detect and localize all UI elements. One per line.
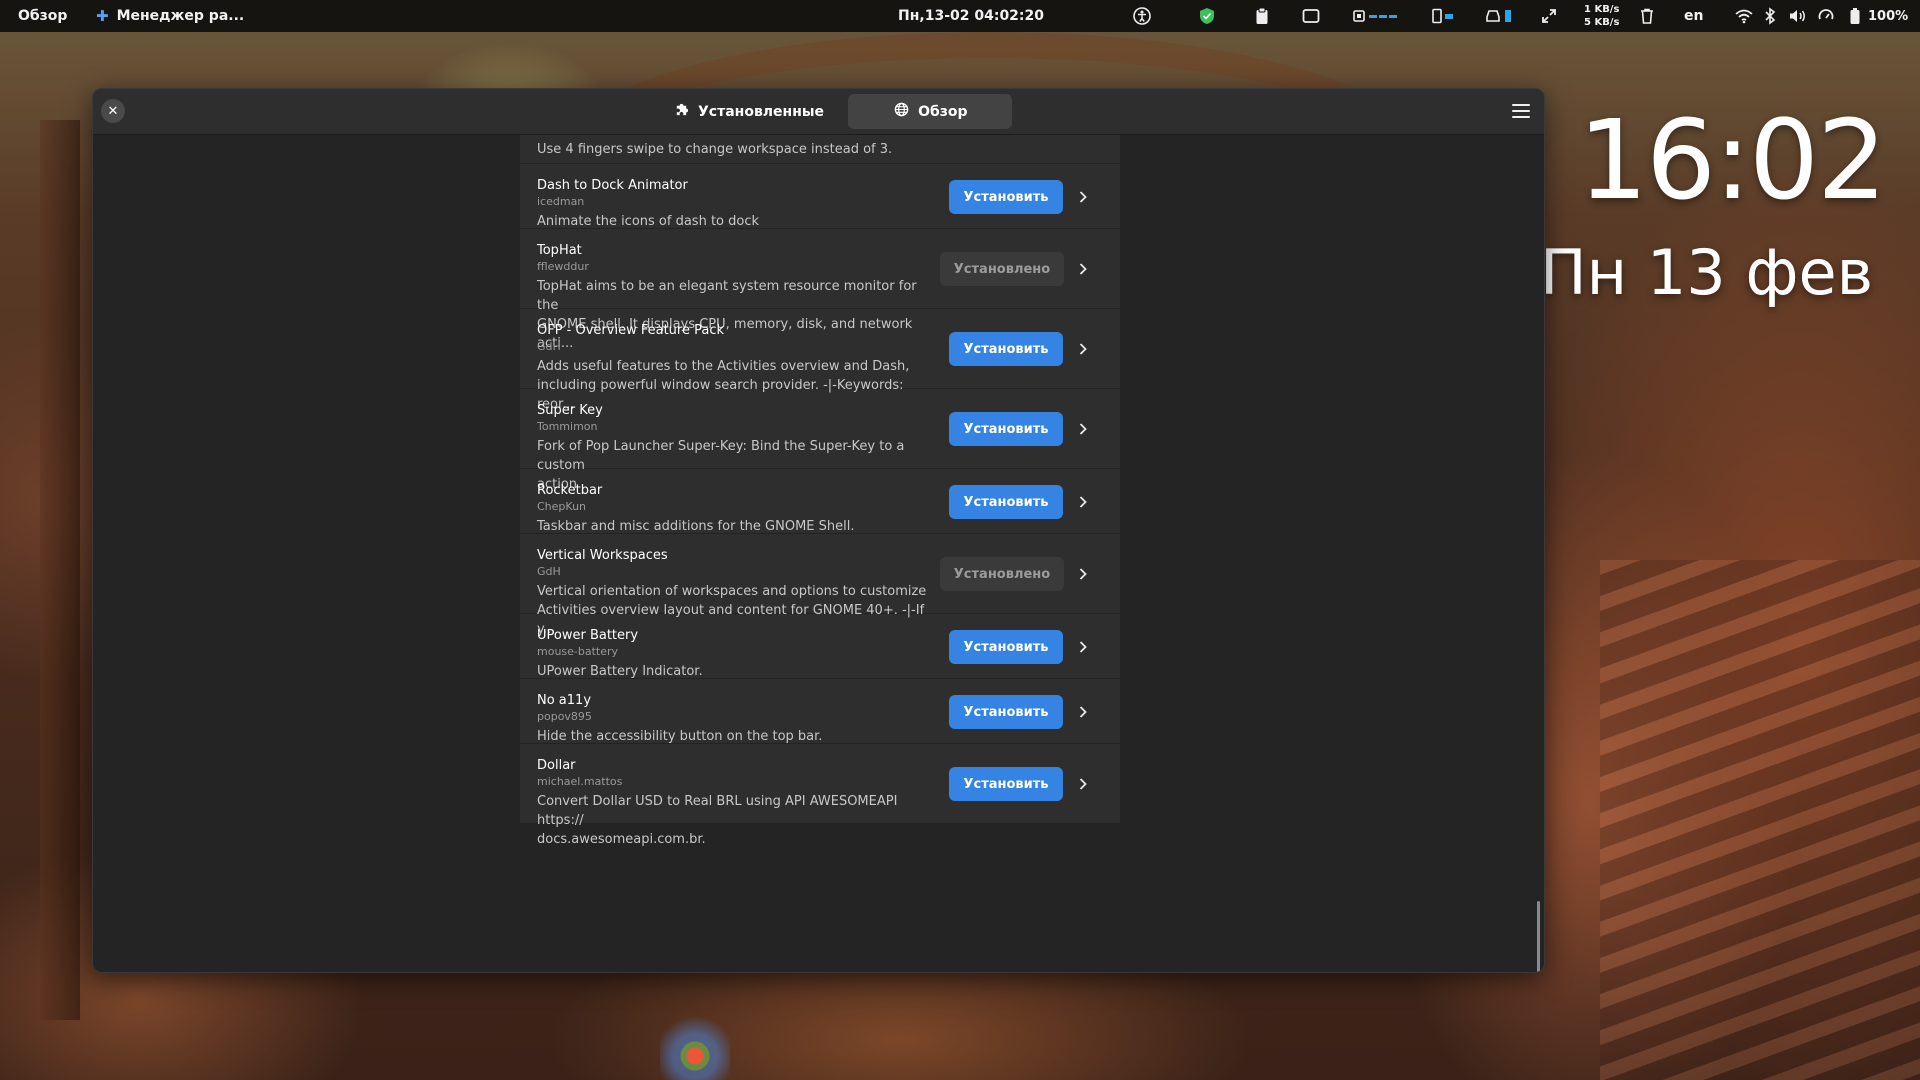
extension-author: icedman bbox=[537, 195, 585, 208]
chevron-right-icon[interactable] bbox=[1076, 495, 1090, 509]
list-item[interactable]: Vertical Workspaces GdH Vertical orientati… bbox=[520, 534, 1120, 637]
trash-icon[interactable] bbox=[1640, 0, 1654, 32]
installed-button: Установлено bbox=[940, 557, 1064, 591]
disk-monitor-icon[interactable] bbox=[1485, 0, 1511, 32]
extension-author: ChepKun bbox=[537, 500, 587, 513]
extension-author: popov895 bbox=[537, 710, 592, 723]
puzzle-icon: ✚ bbox=[96, 7, 109, 25]
install-button[interactable]: Установить bbox=[949, 332, 1063, 366]
chevron-right-icon[interactable] bbox=[1076, 190, 1090, 204]
top-bar: Обзор ✚ Менеджер ра... Пн,13-02 04:02:20… bbox=[0, 0, 1920, 32]
chevron-right-icon[interactable] bbox=[1076, 640, 1090, 654]
extension-description: Use 4 fingers swipe to change workspace … bbox=[537, 142, 893, 157]
extension-list: Use 4 fingers swipe to change workspace … bbox=[520, 135, 1120, 847]
list-item[interactable]: Dash to Dock Animator icedman Animate the … bbox=[520, 164, 1120, 229]
power-mode-icon[interactable] bbox=[1818, 0, 1834, 32]
clipboard-icon[interactable] bbox=[1255, 0, 1269, 32]
chevron-right-icon[interactable] bbox=[1076, 705, 1090, 719]
install-button[interactable]: Установить bbox=[949, 180, 1063, 214]
list-item[interactable]: OFP - Overview Feature Pack GdH Adds usefu… bbox=[520, 309, 1120, 412]
header-bar: ✕ Установленные Обзор bbox=[93, 89, 1544, 135]
description-line: Convert Dollar USD to Real BRL using API… bbox=[537, 794, 898, 828]
globe-icon bbox=[894, 102, 909, 121]
cpu-monitor-icon[interactable] bbox=[1351, 0, 1397, 32]
extension-name: No a11y bbox=[537, 693, 592, 708]
tab-installed[interactable]: Установленные bbox=[658, 94, 846, 129]
browse-content: Use 4 fingers swipe to change workspace … bbox=[93, 135, 1544, 972]
view-switcher: Установленные Обзор bbox=[658, 94, 1012, 129]
memory-monitor-icon[interactable] bbox=[1431, 0, 1453, 32]
extension-name: Rocketbar bbox=[537, 483, 603, 498]
close-button[interactable]: ✕ bbox=[101, 99, 125, 123]
volume-icon[interactable] bbox=[1789, 0, 1807, 32]
list-item[interactable]: TopHat fflewddur TopHat aims to be an eleg… bbox=[520, 229, 1120, 351]
extension-author: GdH bbox=[537, 340, 561, 353]
desktop-clock-date: Пн 13 фев bbox=[1540, 236, 1874, 309]
extension-author: mouse-battery bbox=[537, 645, 619, 658]
tab-browse[interactable]: Обзор bbox=[848, 94, 1012, 129]
bluetooth-icon[interactable] bbox=[1764, 0, 1776, 32]
extension-name: Vertical Workspaces bbox=[537, 548, 668, 563]
extension-manager-window: ✕ Установленные Обзор Use 4 fingers swip… bbox=[92, 88, 1545, 973]
install-button[interactable]: Установить bbox=[949, 485, 1063, 519]
chevron-right-icon[interactable] bbox=[1076, 342, 1090, 356]
chevron-right-icon[interactable] bbox=[1076, 567, 1090, 581]
install-button[interactable]: Установить bbox=[949, 767, 1063, 801]
list-item[interactable]: Super Key Tommimon Fork of Pop Launcher Su… bbox=[520, 389, 1120, 492]
expand-icon[interactable] bbox=[1541, 0, 1557, 32]
window-icon[interactable] bbox=[1302, 0, 1320, 32]
extension-description: Convert Dollar USD to Real BRL using API… bbox=[537, 792, 937, 849]
extension-author: michael.mattos bbox=[537, 775, 623, 788]
close-icon: ✕ bbox=[107, 103, 119, 119]
hamburger-menu-button[interactable] bbox=[1512, 101, 1530, 121]
puzzle-icon bbox=[674, 102, 689, 121]
battery-icon[interactable] bbox=[1849, 0, 1861, 32]
extension-author: Tommimon bbox=[537, 420, 598, 433]
list-item[interactable]: No a11y popov895 Hide the accessibility bu… bbox=[520, 679, 1120, 744]
extension-name: Super Key bbox=[537, 403, 603, 418]
tab-browse-label: Обзор bbox=[918, 103, 968, 120]
extension-name: Dollar bbox=[537, 758, 576, 773]
vpn-shield-icon[interactable] bbox=[1199, 0, 1215, 32]
topbar-clock[interactable]: Пн,13-02 04:02:20 bbox=[898, 0, 1044, 32]
list-item[interactable]: Use 4 fingers swipe to change workspace … bbox=[520, 135, 1120, 164]
network-speed[interactable]: 1 KB/s 5 KB/s bbox=[1584, 0, 1619, 32]
wallpaper-stairs bbox=[1600, 560, 1920, 1080]
list-item[interactable]: Rocketbar ChepKun Taskbar and misc additio… bbox=[520, 469, 1120, 534]
chevron-right-icon[interactable] bbox=[1076, 262, 1090, 276]
install-button[interactable]: Установить bbox=[949, 630, 1063, 664]
scrollbar[interactable] bbox=[1537, 901, 1540, 972]
description-line: Adds useful features to the Activities o… bbox=[537, 359, 910, 374]
accessibility-icon[interactable] bbox=[1133, 0, 1151, 32]
app-menu-label: Менеджер ра... bbox=[116, 8, 245, 24]
extension-author: GdH bbox=[537, 565, 561, 578]
installed-button: Установлено bbox=[940, 252, 1064, 286]
extension-author: fflewddur bbox=[537, 260, 589, 273]
tab-installed-label: Установленные bbox=[698, 103, 825, 120]
list-item[interactable]: UPower Battery mouse-battery UPower Batter… bbox=[520, 614, 1120, 679]
extension-name: UPower Battery bbox=[537, 628, 639, 643]
description-line: docs.awesomeapi.com.br. bbox=[537, 832, 706, 847]
keyboard-layout[interactable]: en bbox=[1684, 0, 1703, 32]
wifi-icon[interactable] bbox=[1735, 0, 1753, 32]
install-button[interactable]: Установить bbox=[949, 695, 1063, 729]
activities-button[interactable]: Обзор bbox=[18, 0, 67, 32]
extension-name: OFP - Overview Feature Pack bbox=[537, 323, 724, 338]
wallpaper-sparkle bbox=[660, 1000, 730, 1080]
list-item[interactable]: Dollar michael.mattos Convert Dollar USD t… bbox=[520, 744, 1120, 847]
description-line: Vertical orientation of workspaces and o… bbox=[537, 584, 927, 599]
extension-name: TopHat bbox=[537, 243, 582, 258]
net-download: 5 KB/s bbox=[1584, 17, 1620, 28]
extension-name: Dash to Dock Animator bbox=[537, 178, 688, 193]
chevron-right-icon[interactable] bbox=[1076, 777, 1090, 791]
wallpaper-pillar bbox=[40, 120, 80, 1020]
battery-percent: 100% bbox=[1868, 8, 1909, 24]
app-menu[interactable]: ✚ Менеджер ра... bbox=[96, 0, 244, 32]
install-button[interactable]: Установить bbox=[949, 412, 1063, 446]
desktop-clock-time: 16:02 bbox=[1578, 96, 1887, 224]
net-upload: 1 KB/s bbox=[1584, 4, 1620, 15]
chevron-right-icon[interactable] bbox=[1076, 422, 1090, 436]
